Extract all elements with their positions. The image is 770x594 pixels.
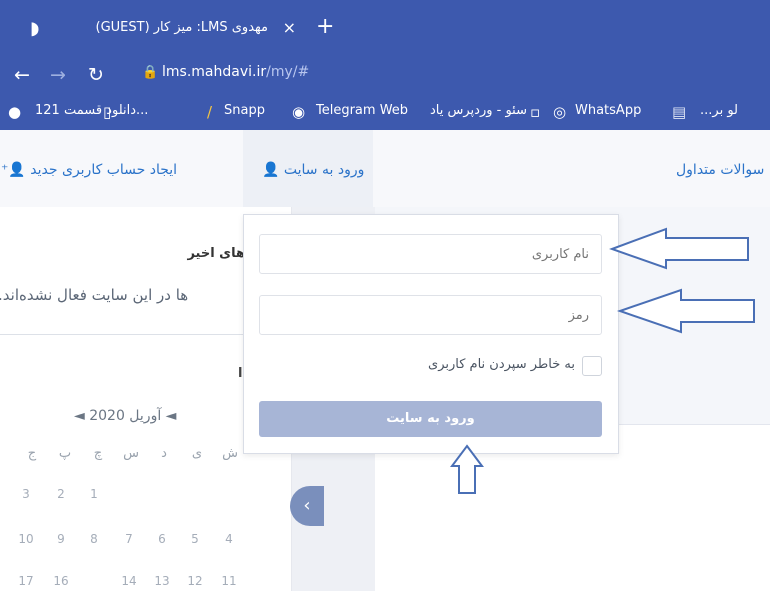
- arrow-to-submit-icon: [450, 444, 484, 494]
- arrow-to-password-icon: [616, 288, 755, 334]
- arrow-to-username-icon: [609, 227, 749, 270]
- annotation-arrows: [450, 227, 755, 494]
